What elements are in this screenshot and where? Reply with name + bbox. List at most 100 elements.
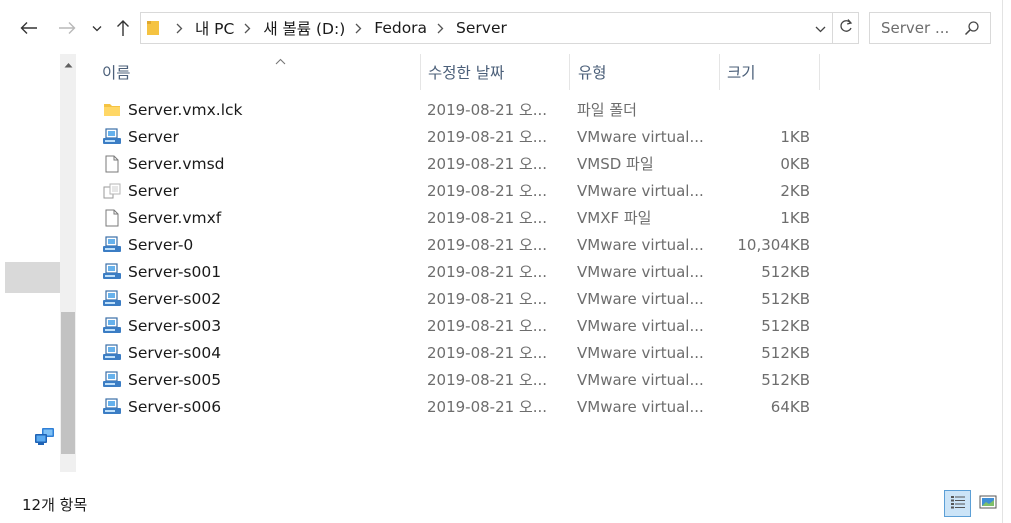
column-header-name-label: 이름 xyxy=(102,64,131,82)
file-row[interactable]: Server-s004 2019-08-21 오... VMware virtual… xyxy=(76,339,816,366)
large-icons-view-icon xyxy=(979,495,997,513)
breadcrumb-fedora[interactable]: Fedora xyxy=(374,19,427,37)
recent-locations-button[interactable] xyxy=(88,15,106,41)
file-size: 512KB xyxy=(761,343,810,362)
chevron-right-icon[interactable] xyxy=(437,23,444,34)
file-name-cell: Server-s002 xyxy=(102,285,417,312)
search-icon[interactable] xyxy=(964,20,980,40)
vmware-disk-icon xyxy=(102,235,122,255)
file-name: Server-s005 xyxy=(128,370,222,389)
breadcrumb-this-pc[interactable]: 내 PC xyxy=(195,17,234,39)
file-row[interactable]: Server 2019-08-21 오... VMware virtual... 1K… xyxy=(76,123,816,150)
file-size: 1KB xyxy=(780,208,810,227)
file-row[interactable]: Server-s005 2019-08-21 오... VMware virtual… xyxy=(76,366,816,393)
breadcrumb-server[interactable]: Server xyxy=(456,19,507,37)
file-name-cell: Server.vmx.lck xyxy=(102,96,417,123)
file-type: VMSD 파일 xyxy=(577,155,654,173)
file-date: 2019-08-21 오... xyxy=(427,155,548,173)
column-header-date[interactable]: 수정한 날짜 xyxy=(420,54,570,90)
column-header-type[interactable]: 유형 xyxy=(570,54,720,90)
file-name-cell: Server xyxy=(102,177,417,204)
file-row[interactable]: Server-s003 2019-08-21 오... VMware virtual… xyxy=(76,312,816,339)
file-type: VMware virtual... xyxy=(577,370,704,389)
chevron-right-icon[interactable] xyxy=(244,23,251,34)
chevron-right-icon[interactable] xyxy=(355,23,362,34)
vmware-disk-icon xyxy=(102,262,122,282)
scroll-up-button[interactable] xyxy=(60,54,76,72)
search-input[interactable]: Server ... xyxy=(869,12,991,44)
file-row[interactable]: Server-s002 2019-08-21 오... VMware virtual… xyxy=(76,285,816,312)
vmware-file-icon xyxy=(102,127,122,147)
file-name-cell: Server-s005 xyxy=(102,366,417,393)
navigation-bar: 내 PC 새 볼륨 (D:) Fedora Server Server ... xyxy=(0,0,1011,54)
chevron-right-icon[interactable] xyxy=(176,23,183,34)
file-type: VMware virtual... xyxy=(577,127,704,146)
forward-button[interactable] xyxy=(52,15,82,41)
file-date: 2019-08-21 오... xyxy=(427,290,548,308)
file-row[interactable]: Server 2019-08-21 오... VMware virtual... 2K… xyxy=(76,177,816,204)
details-view-button[interactable] xyxy=(944,490,971,517)
file-type: VMware virtual... xyxy=(577,316,704,335)
file-name: Server-s002 xyxy=(128,289,222,308)
file-name-cell: Server-s004 xyxy=(102,339,417,366)
file-row[interactable]: Server.vmsd 2019-08-21 오... VMSD 파일 0KB xyxy=(76,150,816,177)
file-row[interactable]: Server.vmx.lck 2019-08-21 오... 파일 폴더 xyxy=(76,96,816,123)
file-size: 2KB xyxy=(780,181,810,200)
file-row[interactable]: Server.vmxf 2019-08-21 오... VMXF 파일 1KB xyxy=(76,204,816,231)
vmware-disk-icon xyxy=(102,316,122,336)
folder-icon xyxy=(102,100,122,120)
network-icon[interactable] xyxy=(34,427,56,451)
status-bar: 12개 항목 xyxy=(0,488,1011,523)
file-date: 2019-08-21 오... xyxy=(427,182,548,200)
column-header-name[interactable]: 이름 xyxy=(94,54,421,90)
file-name-cell: Server xyxy=(102,123,417,150)
chevron-up-icon xyxy=(64,54,73,72)
file-date: 2019-08-21 오... xyxy=(427,344,548,362)
arrow-right-icon xyxy=(58,21,76,35)
file-name: Server.vmsd xyxy=(128,154,225,173)
file-date: 2019-08-21 오... xyxy=(427,209,548,227)
up-button[interactable] xyxy=(110,15,136,41)
file-size: 1KB xyxy=(780,127,810,146)
sort-ascending-icon xyxy=(267,51,286,69)
file-date: 2019-08-21 오... xyxy=(427,263,548,281)
file-row[interactable]: Server-0 2019-08-21 오... VMware virtual...… xyxy=(76,231,816,258)
file-date: 2019-08-21 오... xyxy=(427,371,548,389)
vmware-disk-icon xyxy=(102,289,122,309)
file-name: Server-0 xyxy=(128,235,194,254)
column-header-size[interactable]: 크기 xyxy=(719,54,820,90)
scroll-thumb[interactable] xyxy=(61,312,75,454)
arrow-left-icon xyxy=(20,21,38,35)
file-list: 이름 수정한 날짜 유형 크기 Server.vmx.lck 2019-08-21… xyxy=(76,54,1002,472)
file-row[interactable]: Server-s001 2019-08-21 오... VMware virtual… xyxy=(76,258,816,285)
file-row[interactable]: Server-s006 2019-08-21 오... VMware virtual… xyxy=(76,393,816,420)
file-size: 512KB xyxy=(761,262,810,281)
file-type: 파일 폴더 xyxy=(577,101,637,119)
file-date: 2019-08-21 오... xyxy=(427,101,548,119)
file-date: 2019-08-21 오... xyxy=(427,398,548,416)
file-type: VMware virtual... xyxy=(577,235,704,254)
file-size: 64KB xyxy=(770,397,810,416)
refresh-button[interactable] xyxy=(832,13,858,43)
breadcrumb-volume-d[interactable]: 새 볼륨 (D:) xyxy=(263,17,345,39)
large-icons-view-button[interactable] xyxy=(974,490,1001,517)
blank-file-icon xyxy=(102,208,122,228)
file-size: 512KB xyxy=(761,316,810,335)
nav-selected-item[interactable] xyxy=(5,262,60,293)
column-header-size-label: 크기 xyxy=(727,64,756,82)
address-history-button[interactable] xyxy=(810,13,830,43)
file-type: VMware virtual... xyxy=(577,289,704,308)
vmware-disk-icon xyxy=(102,397,122,417)
file-type: VMware virtual... xyxy=(577,262,704,281)
vertical-scrollbar[interactable] xyxy=(60,54,76,472)
file-date: 2019-08-21 오... xyxy=(427,317,548,335)
blank-file-icon xyxy=(102,154,122,174)
back-button[interactable] xyxy=(14,15,44,41)
column-header-date-label: 수정한 날짜 xyxy=(428,64,505,82)
vmware-disk-icon xyxy=(102,343,122,363)
file-name-cell: Server.vmxf xyxy=(102,204,417,231)
navigation-pane xyxy=(0,54,60,472)
column-header-row: 이름 수정한 날짜 유형 크기 xyxy=(76,54,1002,90)
address-bar[interactable]: 내 PC 새 볼륨 (D:) Fedora Server xyxy=(140,12,859,44)
search-placeholder: Server ... xyxy=(881,19,950,37)
